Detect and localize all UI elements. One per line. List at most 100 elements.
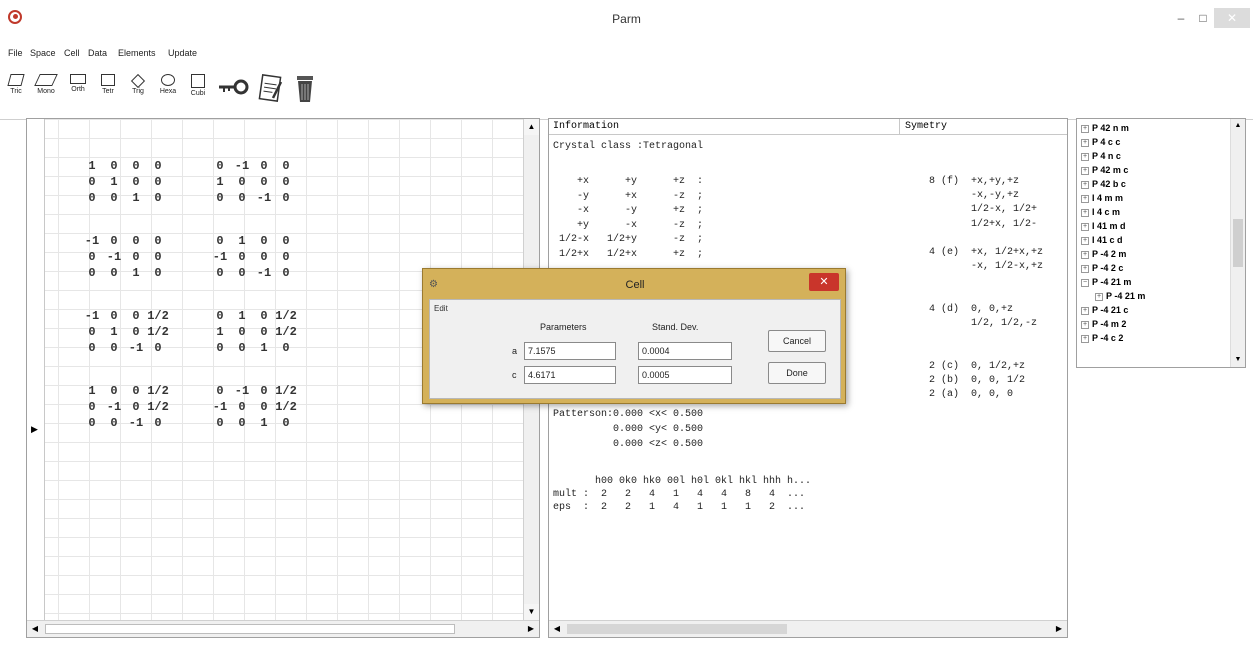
cubic-tool[interactable]: Cubi bbox=[184, 72, 212, 112]
matrix-group-3: -1 0 0 1/2 0 1 0 1/2 0 1 0 1/2 1 0 0 1/2 0 0 -1 0 0 0 1 0 bbox=[81, 309, 297, 357]
scroll-down-arrow-icon[interactable]: ▼ bbox=[524, 604, 539, 620]
scroll-right-arrow-icon[interactable]: ▶ bbox=[523, 621, 539, 637]
crystal-class-text: Crystal class :Tetragonal bbox=[553, 141, 704, 152]
scroll-up-arrow-icon[interactable]: ▲ bbox=[1231, 119, 1245, 133]
symmetry-column-header[interactable]: Symetry bbox=[905, 121, 947, 132]
matrix-row: 0 -1 0 1/2 -1 0 0 1/2 bbox=[88, 400, 297, 414]
tree-item[interactable]: + P 42 n m bbox=[1081, 123, 1129, 133]
stddev-header: Stand. Dev. bbox=[652, 322, 699, 332]
matrix-row: 0 0 1 0 0 0 -1 0 bbox=[88, 266, 290, 280]
menu-bar: File Space Cell Data Elements Update bbox=[0, 42, 1253, 66]
dialog-body: Edit Parameters Stand. Dev. a c Cancel D… bbox=[429, 299, 841, 399]
information-column-header[interactable]: Information bbox=[553, 121, 619, 132]
tree-item[interactable]: + P 42 b c bbox=[1081, 179, 1126, 189]
tree-item[interactable]: + I 41 c d bbox=[1081, 235, 1123, 245]
menu-space[interactable]: Space bbox=[30, 48, 56, 58]
tree-scroll-thumb[interactable] bbox=[1233, 219, 1243, 267]
monoclinic-tool[interactable]: Mono bbox=[32, 72, 60, 112]
toolbar: Tric Mono Orth Tetr Trig Hexa Cubi bbox=[0, 66, 1253, 120]
tree-item[interactable]: + P -4 2 c bbox=[1081, 263, 1123, 273]
param-a-input[interactable] bbox=[524, 342, 616, 360]
symmetry-operations: +x +y +z : -y +x -z ; -x -y +z ; +y -x -… bbox=[553, 176, 704, 260]
tetragonal-tool[interactable]: Tetr bbox=[94, 72, 122, 112]
scroll-right-arrow-icon[interactable]: ▶ bbox=[1051, 621, 1067, 637]
scroll-down-arrow-icon[interactable]: ▼ bbox=[1231, 353, 1245, 367]
tree-item[interactable]: + P 4 c c bbox=[1081, 137, 1120, 147]
matrix-row: 0 1 0 1/2 1 0 0 1/2 bbox=[88, 325, 297, 339]
window-title: Parm bbox=[612, 12, 641, 26]
orthorhombic-icon bbox=[70, 74, 86, 84]
menu-file[interactable]: File bbox=[8, 48, 23, 58]
trigonal-tool[interactable]: Trig bbox=[124, 72, 152, 112]
done-button[interactable]: Done bbox=[768, 362, 826, 384]
info-horizontal-scrollbar[interactable]: ◀ ▶ bbox=[549, 620, 1067, 637]
current-row-arrow-icon: ▶ bbox=[31, 424, 38, 434]
cell-dialog: ⚙ Cell ✕ Edit Parameters Stand. Dev. a c… bbox=[422, 268, 846, 404]
tree-subitem[interactable]: + P -4 21 m bbox=[1095, 291, 1145, 301]
param-a-label: a bbox=[512, 346, 518, 356]
monoclinic-icon bbox=[34, 74, 58, 86]
param-a-stddev-input[interactable] bbox=[638, 342, 732, 360]
matrix-group-2: -1 0 0 0 0 1 0 0 0 -1 0 0 -1 0 0 0 0 0 1 0 0 0 -1 0 bbox=[81, 234, 297, 282]
wyckoff-positions: 8 (f) +x,+y,+z -x,-y,+z 1/2-x, 1/2+ 1/2+… bbox=[929, 176, 1044, 401]
matrix-row: 0 0 1 0 0 0 -1 0 bbox=[88, 191, 290, 205]
cubic-icon bbox=[191, 74, 205, 88]
patterson-text: Patterson:0.000 <x< 0.500 0.000 <y< 0.50… bbox=[553, 409, 704, 450]
menu-elements[interactable]: Elements bbox=[118, 48, 156, 58]
scroll-left-arrow-icon[interactable]: ◀ bbox=[27, 621, 43, 637]
matrix-row: 01001000 bbox=[88, 175, 290, 189]
menu-update[interactable]: Update bbox=[168, 48, 197, 58]
triclinic-icon bbox=[7, 74, 25, 86]
trash-tool[interactable] bbox=[290, 72, 320, 112]
tree-item[interactable]: + I 4 m m bbox=[1081, 193, 1123, 203]
reflection-table: h00 0k0 hk0 00l h0l 0kl hkl hhh h... mult… bbox=[553, 476, 812, 513]
tree-item-expanded[interactable]: − P -4 21 m bbox=[1081, 277, 1131, 287]
information-header: Information Symetry bbox=[549, 119, 1067, 135]
menu-cell[interactable]: Cell bbox=[64, 48, 80, 58]
parameters-header: Parameters bbox=[540, 322, 587, 332]
matrix-row: 1 0 0 1/2 0 -1 0 1/2 bbox=[88, 384, 297, 398]
matrix-row: 0 -1 0 0 -1 0 0 0 bbox=[88, 250, 290, 264]
matrix-group-1: 1 0 0 0 0 -1 0 0 01001000 0 0 1 0 0 0 -1 0 bbox=[81, 159, 297, 207]
document-icon bbox=[258, 74, 283, 102]
matrix-row: -1 0 0 0 0 1 0 0 bbox=[84, 234, 290, 248]
triclinic-tool[interactable]: Tric bbox=[2, 72, 30, 112]
scroll-up-arrow-icon[interactable]: ▲ bbox=[524, 119, 539, 135]
info-hscroll-thumb[interactable] bbox=[567, 624, 787, 634]
scroll-left-arrow-icon[interactable]: ◀ bbox=[549, 621, 565, 637]
grid-horizontal-scrollbar[interactable]: ◀ ▶ bbox=[27, 620, 539, 637]
tree-item[interactable]: + I 41 m d bbox=[1081, 221, 1126, 231]
tree-item[interactable]: + P -4 2 m bbox=[1081, 249, 1126, 259]
key-tool[interactable] bbox=[216, 72, 250, 112]
tree-item[interactable]: + P -4 c 2 bbox=[1081, 333, 1123, 343]
minimize-button[interactable]: – bbox=[1172, 8, 1190, 28]
tree-item[interactable]: + P 42 m c bbox=[1081, 165, 1128, 175]
orthorhombic-tool[interactable]: Orth bbox=[64, 72, 92, 112]
space-group-tree: + P 42 n m + P 4 c c + P 4 n c + P 42 m c + P… bbox=[1076, 118, 1246, 368]
grid-hscroll-thumb[interactable] bbox=[45, 624, 455, 634]
cancel-button[interactable]: Cancel bbox=[768, 330, 826, 352]
trigonal-icon bbox=[130, 73, 146, 89]
tetragonal-icon bbox=[101, 74, 115, 86]
dialog-close-button[interactable]: ✕ bbox=[809, 273, 839, 291]
maximize-button[interactable]: □ bbox=[1194, 8, 1212, 28]
hexagonal-tool[interactable]: Hexa bbox=[154, 72, 182, 112]
tree-item[interactable]: + P 4 n c bbox=[1081, 151, 1121, 161]
hexagonal-icon bbox=[161, 74, 175, 86]
dialog-edit-menu[interactable]: Edit bbox=[434, 304, 448, 313]
tree-vertical-scrollbar[interactable]: ▲ ▼ bbox=[1230, 119, 1245, 367]
menu-data[interactable]: Data bbox=[88, 48, 107, 58]
edit-document-tool[interactable] bbox=[254, 72, 286, 112]
dialog-title: Cell bbox=[625, 279, 645, 291]
param-c-stddev-input[interactable] bbox=[638, 366, 732, 384]
matrix-row: 1 0 0 0 0 -1 0 0 bbox=[88, 159, 290, 173]
param-c-input[interactable] bbox=[524, 366, 616, 384]
matrix-row: -1 0 0 1/2 0 1 0 1/2 bbox=[84, 309, 297, 323]
tree-item[interactable]: + P -4 21 c bbox=[1081, 305, 1128, 315]
close-button[interactable]: ✕ bbox=[1214, 8, 1250, 28]
key-icon bbox=[219, 79, 249, 95]
param-c-label: c bbox=[512, 370, 517, 380]
tree-item[interactable]: + P -4 m 2 bbox=[1081, 319, 1126, 329]
matrix-row: 0 0 -1 0 0 0 1 0 bbox=[88, 341, 290, 355]
tree-item[interactable]: + I 4 c m bbox=[1081, 207, 1120, 217]
